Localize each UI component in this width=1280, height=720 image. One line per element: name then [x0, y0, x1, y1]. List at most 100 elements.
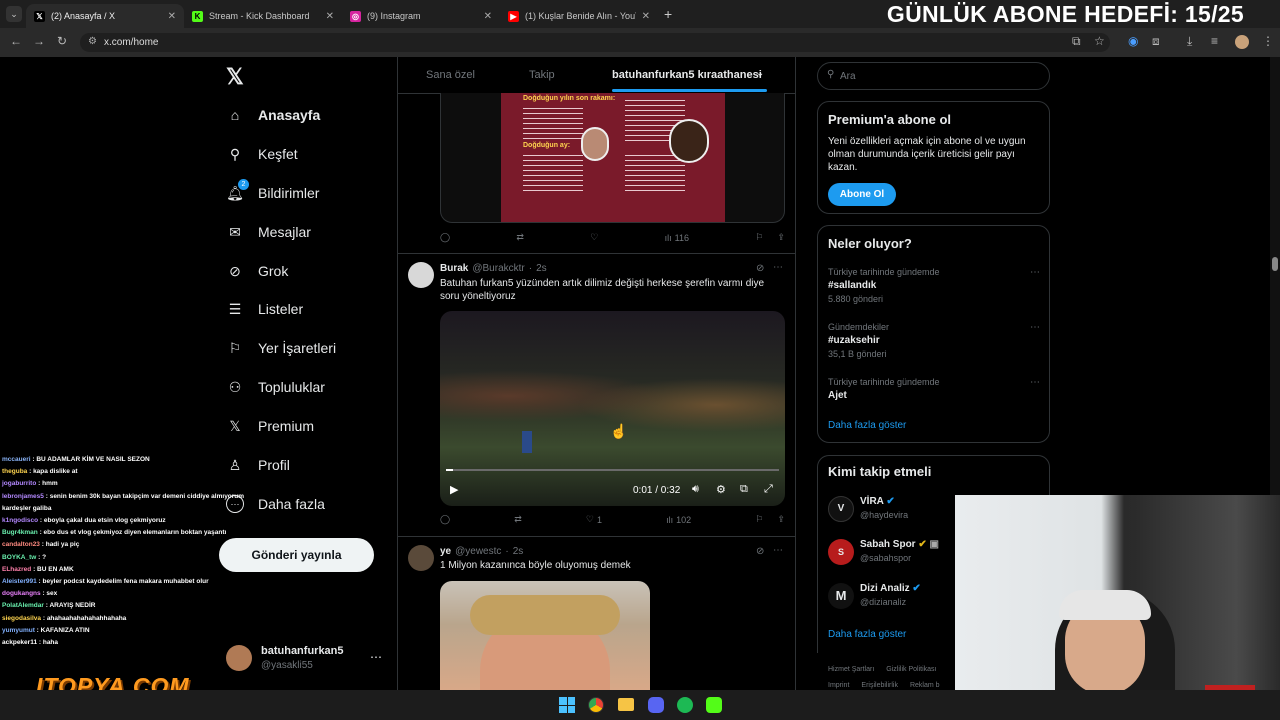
views-button[interactable]: ılı 102: [666, 515, 691, 525]
reload-icon[interactable]: ↻: [57, 34, 67, 48]
chat-message: yumyumut : KAFANIZA ATIN: [2, 626, 90, 634]
nav-item-messages[interactable]: ✉ Mesajlar: [226, 223, 311, 241]
grok-icon[interactable]: ⊘: [756, 546, 764, 557]
author-name[interactable]: ye: [440, 546, 451, 557]
nav-item-profile[interactable]: ♙ Profil: [226, 456, 290, 474]
avatar[interactable]: [408, 545, 434, 571]
show-more-link[interactable]: Daha fazla göster: [828, 629, 906, 640]
close-icon[interactable]: ✕: [642, 11, 650, 22]
post-time[interactable]: 2s: [513, 546, 524, 557]
nav-item-notifications[interactable]: 🔔︎ 2 Bildirimler: [226, 179, 319, 202]
trend-item[interactable]: Türkiye tarihinde gündemde Ajet ⋯: [828, 377, 1040, 401]
more-icon[interactable]: ⋯: [1030, 267, 1040, 278]
more-icon[interactable]: ⋯: [1030, 322, 1040, 333]
new-tab-icon[interactable]: +: [664, 6, 672, 22]
nav-item-communities[interactable]: ⚇ Topluluklar: [226, 378, 325, 396]
close-icon[interactable]: ✕: [484, 11, 492, 22]
kick-app-icon[interactable]: [706, 697, 722, 713]
extensions-icon[interactable]: ⧈: [1152, 34, 1160, 49]
bookmark-icon[interactable]: ⚐: [755, 514, 763, 525]
nav-item-premium[interactable]: 𝕏 Premium: [226, 417, 314, 435]
avatar[interactable]: [408, 262, 434, 288]
windows-start-icon[interactable]: [559, 697, 575, 713]
share-icon[interactable]: ⇪: [777, 232, 785, 243]
verified-gold-icon: ✔: [918, 539, 927, 550]
settings-icon[interactable]: ⚙: [716, 483, 726, 496]
volume-icon[interactable]: 🔊︎: [692, 483, 699, 496]
show-more-link[interactable]: Daha fazla göster: [828, 420, 906, 431]
browser-tab-youtube[interactable]: ▶ (1) Kuşlar Benide Alın - YouTube ✕: [500, 4, 658, 28]
tab-for-you[interactable]: Sana özel: [426, 69, 475, 81]
footer-link[interactable]: Reklam b: [910, 682, 940, 689]
back-icon[interactable]: ←: [10, 34, 22, 48]
scrollbar-thumb[interactable]: [1272, 257, 1278, 271]
search-input[interactable]: ⚲ Ara: [817, 62, 1050, 90]
account-menu-icon[interactable]: ⋯: [370, 650, 382, 664]
footer-link[interactable]: Hizmet Şartları: [828, 666, 874, 673]
video-figure: [522, 431, 532, 453]
nav-item-grok[interactable]: ⊘ Grok: [226, 262, 288, 280]
chat-message: jogaburrito : hmm: [2, 480, 58, 488]
grok-icon[interactable]: ⊘: [756, 263, 764, 274]
footer-link[interactable]: Imprint: [828, 682, 849, 689]
tab-media-icon[interactable]: ≡: [1211, 34, 1218, 48]
nav-item-home[interactable]: ⌂ Anasayfa: [226, 106, 321, 124]
post-image[interactable]: [440, 581, 650, 690]
reply-icon[interactable]: ◯: [440, 232, 450, 243]
close-icon[interactable]: ✕: [168, 11, 176, 22]
more-icon[interactable]: ⋯: [773, 262, 783, 273]
more-icon[interactable]: ⋯: [773, 545, 783, 556]
nav-item-bookmarks[interactable]: ⚐ Yer İşaretleri: [226, 339, 336, 357]
url-bar[interactable]: x.com/home: [80, 33, 1110, 52]
spotify-icon[interactable]: [677, 697, 693, 713]
post-button[interactable]: Gönderi yayınla: [219, 538, 374, 572]
bookmark-icon[interactable]: ⚐: [755, 232, 763, 243]
forward-icon[interactable]: →: [33, 34, 45, 48]
tab-community[interactable]: batuhanfurkan5 kıraathanesi: [612, 69, 762, 81]
repost-icon[interactable]: ⇄: [516, 232, 524, 243]
chevron-down-icon[interactable]: ⌄: [756, 68, 764, 79]
video-progress-track[interactable]: [446, 469, 779, 471]
download-icon[interactable]: ⤓: [1187, 34, 1192, 49]
share-icon[interactable]: ⇪: [777, 514, 785, 525]
nav-item-explore[interactable]: ⚲ Keşfet: [226, 145, 298, 163]
close-icon[interactable]: ✕: [326, 11, 334, 22]
picture-in-picture-icon[interactable]: ⧉: [740, 483, 748, 496]
tab-search-icon[interactable]: ⌄: [6, 6, 22, 22]
trend-item[interactable]: Gündemdekiler #uzaksehir 35,1 B gönderi …: [828, 322, 1040, 359]
views-button[interactable]: ılı 116: [665, 233, 689, 243]
x-logo-icon[interactable]: 𝕏: [226, 64, 244, 90]
audio-playing-icon[interactable]: ◉: [1128, 34, 1138, 48]
browser-tab-x[interactable]: 𝕏 (2) Anasayfa / X ✕: [26, 4, 184, 28]
like-button[interactable]: ♡ 1: [586, 514, 602, 525]
browser-tab-kick[interactable]: K Stream - Kick Dashboard ✕: [184, 4, 342, 28]
reply-icon[interactable]: ◯: [440, 514, 450, 525]
nav-label: Premium: [258, 418, 315, 434]
views-count: 116: [674, 232, 690, 243]
bookmark-star-icon[interactable]: ☆: [1094, 34, 1105, 48]
post-time[interactable]: 2s: [536, 263, 547, 274]
repost-icon[interactable]: ⇄: [514, 514, 522, 525]
site-info-icon[interactable]: ⚙: [88, 36, 97, 47]
more-icon[interactable]: ⋯: [1030, 377, 1040, 388]
tab-following[interactable]: Takip: [529, 69, 555, 81]
play-icon[interactable]: ▶: [450, 483, 458, 496]
chrome-icon[interactable]: [588, 697, 604, 713]
nav-item-lists[interactable]: ☰ Listeler: [226, 300, 303, 318]
like-icon[interactable]: ♡: [590, 232, 598, 243]
views-icon: ılı: [664, 232, 672, 243]
subscribe-button[interactable]: Abone Ol: [828, 183, 896, 206]
profile-avatar-icon[interactable]: [1235, 35, 1249, 49]
install-app-icon[interactable]: ⧉: [1072, 34, 1081, 49]
trend-item[interactable]: Türkiye tarihinde gündemde #sallandık 5.…: [828, 267, 1040, 304]
file-explorer-icon[interactable]: [618, 698, 634, 711]
post-media[interactable]: Doğduğun yılın son rakamı: Doğduğun ay:: [440, 93, 785, 223]
discord-icon[interactable]: [648, 697, 664, 713]
menu-icon[interactable]: ⋮: [1262, 34, 1274, 48]
fullscreen-icon[interactable]: ⤢: [764, 483, 773, 496]
author-name[interactable]: Burak: [440, 263, 468, 274]
video-player[interactable]: ☝ ▶ 0:01 / 0:32 🔊︎ ⚙ ⧉ ⤢: [440, 311, 785, 506]
footer-link[interactable]: Gizlilik Politikası: [886, 666, 936, 673]
footer-link[interactable]: Erişilebilirlik: [861, 682, 898, 689]
browser-tab-instagram[interactable]: ◎ (9) Instagram ✕: [342, 4, 500, 28]
